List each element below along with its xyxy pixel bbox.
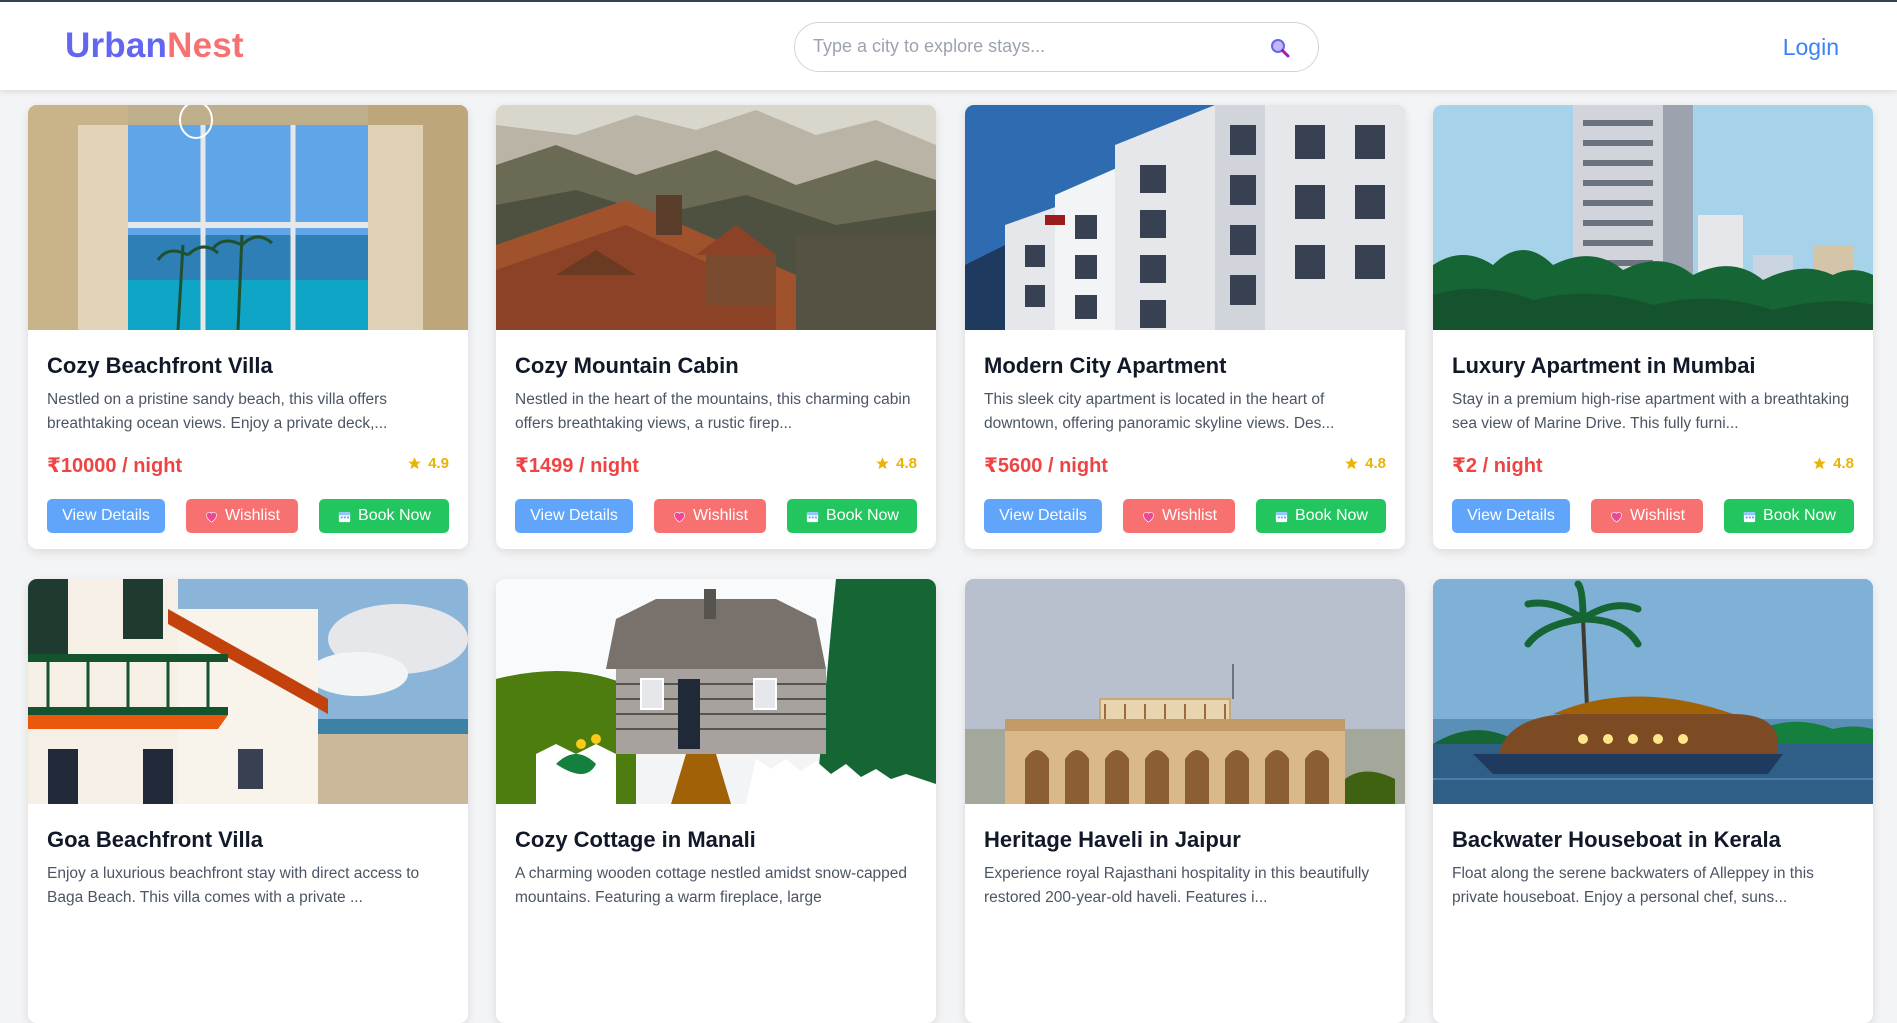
listing-description: Nestled in the heart of the mountains, t…	[515, 391, 911, 432]
listing-image[interactable]	[28, 105, 468, 330]
listing-rating: 4.8	[1812, 455, 1854, 472]
wishlist-button[interactable]: Wishlist	[1591, 499, 1703, 533]
brand-logo-part2: Nest	[167, 26, 244, 65]
listing-card[interactable]: Goa Beachfront Villa Enjoy a luxurious b…	[28, 579, 468, 1023]
view-details-button[interactable]: View Details	[984, 499, 1102, 533]
listing-card[interactable]: Cozy Cottage in Manali A charming wooden…	[496, 579, 936, 1023]
listing-card[interactable]: Modern City Apartment This sleek city ap…	[965, 105, 1405, 549]
star-icon	[408, 457, 421, 470]
star-icon	[1345, 457, 1358, 470]
star-icon	[1813, 457, 1826, 470]
view-details-button[interactable]: View Details	[515, 499, 633, 533]
listing-title[interactable]: Backwater Houseboat in Kerala	[1452, 827, 1781, 853]
listing-card[interactable]: Luxury Apartment in Mumbai Stay in a pre…	[1433, 105, 1873, 549]
listing-rating: 4.9	[407, 455, 449, 472]
listing-card[interactable]: Heritage Haveli in Jaipur Experience roy…	[965, 579, 1405, 1023]
book-now-button[interactable]: Book Now	[1724, 499, 1854, 533]
listing-description: This sleek city apartment is located in …	[984, 391, 1335, 432]
navbar: UrbanNest Login	[0, 2, 1897, 90]
listing-title[interactable]: Cozy Mountain Cabin	[515, 353, 739, 379]
view-details-button[interactable]: View Details	[47, 499, 165, 533]
heart-icon	[1611, 511, 1622, 522]
wishlist-label: Wishlist	[692, 507, 749, 524]
rating-value: 4.8	[896, 455, 917, 472]
login-link[interactable]: Login	[1783, 34, 1839, 61]
listing-title[interactable]: Cozy Beachfront Villa	[47, 353, 273, 379]
listing-price: ₹5600 / night	[984, 455, 1108, 477]
rating-value: 4.8	[1833, 455, 1854, 472]
listing-description: Float along the serene backwaters of All…	[1452, 865, 1814, 906]
listing-description: Stay in a premium high-rise apartment wi…	[1452, 391, 1850, 432]
rating-value: 4.9	[428, 455, 449, 472]
listing-image[interactable]	[496, 579, 936, 804]
search-bar	[794, 22, 1319, 72]
wishlist-label: Wishlist	[1629, 507, 1686, 524]
view-details-label: View Details	[999, 507, 1087, 524]
listing-image[interactable]	[28, 579, 468, 804]
wishlist-button[interactable]: Wishlist	[186, 499, 298, 533]
listing-title[interactable]: Goa Beachfront Villa	[47, 827, 263, 853]
book-now-label: Book Now	[826, 507, 899, 524]
listing-rating: 4.8	[875, 455, 917, 472]
listing-description: Enjoy a luxurious beachfront stay with d…	[47, 865, 420, 906]
calendar-icon	[1275, 511, 1288, 522]
heart-icon	[674, 511, 685, 522]
view-details-label: View Details	[1467, 507, 1555, 524]
listing-card[interactable]: Backwater Houseboat in Kerala Float alon…	[1433, 579, 1873, 1023]
search-icon[interactable]	[1268, 36, 1292, 60]
listing-image[interactable]	[965, 579, 1405, 804]
listing-card[interactable]: Cozy Mountain Cabin Nestled in the heart…	[496, 105, 936, 549]
heart-icon	[1143, 511, 1154, 522]
rating-value: 4.8	[1365, 455, 1386, 472]
listing-image[interactable]	[965, 105, 1405, 330]
book-now-button[interactable]: Book Now	[319, 499, 449, 533]
listing-image[interactable]	[1433, 105, 1873, 330]
calendar-icon	[338, 511, 351, 522]
listing-description: Nestled on a pristine sandy beach, this …	[47, 391, 388, 432]
listing-description: Experience royal Rajasthani hospitality …	[984, 865, 1370, 906]
view-details-button[interactable]: View Details	[1452, 499, 1570, 533]
listing-title[interactable]: Luxury Apartment in Mumbai	[1452, 353, 1756, 379]
listing-card[interactable]: Cozy Beachfront Villa Nestled on a prist…	[28, 105, 468, 549]
listing-price: ₹10000 / night	[47, 455, 183, 477]
book-now-button[interactable]: Book Now	[787, 499, 917, 533]
book-now-label: Book Now	[1763, 507, 1836, 524]
brand-logo[interactable]: UrbanNest	[65, 26, 244, 66]
listing-title[interactable]: Modern City Apartment	[984, 353, 1226, 379]
calendar-icon	[806, 511, 819, 522]
listing-image[interactable]	[1433, 579, 1873, 804]
book-now-button[interactable]: Book Now	[1256, 499, 1386, 533]
wishlist-button[interactable]: Wishlist	[1123, 499, 1235, 533]
listing-price: ₹1499 / night	[515, 455, 639, 477]
view-details-label: View Details	[530, 507, 618, 524]
brand-logo-part1: Urban	[65, 26, 168, 65]
book-now-label: Book Now	[1295, 507, 1368, 524]
book-now-label: Book Now	[358, 507, 431, 524]
listing-price: ₹2 / night	[1452, 455, 1543, 477]
search-input[interactable]	[813, 23, 1253, 70]
listing-rating: 4.8	[1344, 455, 1386, 472]
wishlist-label: Wishlist	[1161, 507, 1218, 524]
wishlist-label: Wishlist	[224, 507, 281, 524]
listing-image[interactable]	[496, 105, 936, 330]
calendar-icon	[1743, 511, 1756, 522]
view-details-label: View Details	[62, 507, 150, 524]
listing-title[interactable]: Cozy Cottage in Manali	[515, 827, 756, 853]
heart-icon	[206, 511, 217, 522]
wishlist-button[interactable]: Wishlist	[654, 499, 766, 533]
star-icon	[876, 457, 889, 470]
listing-description: A charming wooden cottage nestled amidst…	[515, 865, 908, 906]
listing-title[interactable]: Heritage Haveli in Jaipur	[984, 827, 1241, 853]
